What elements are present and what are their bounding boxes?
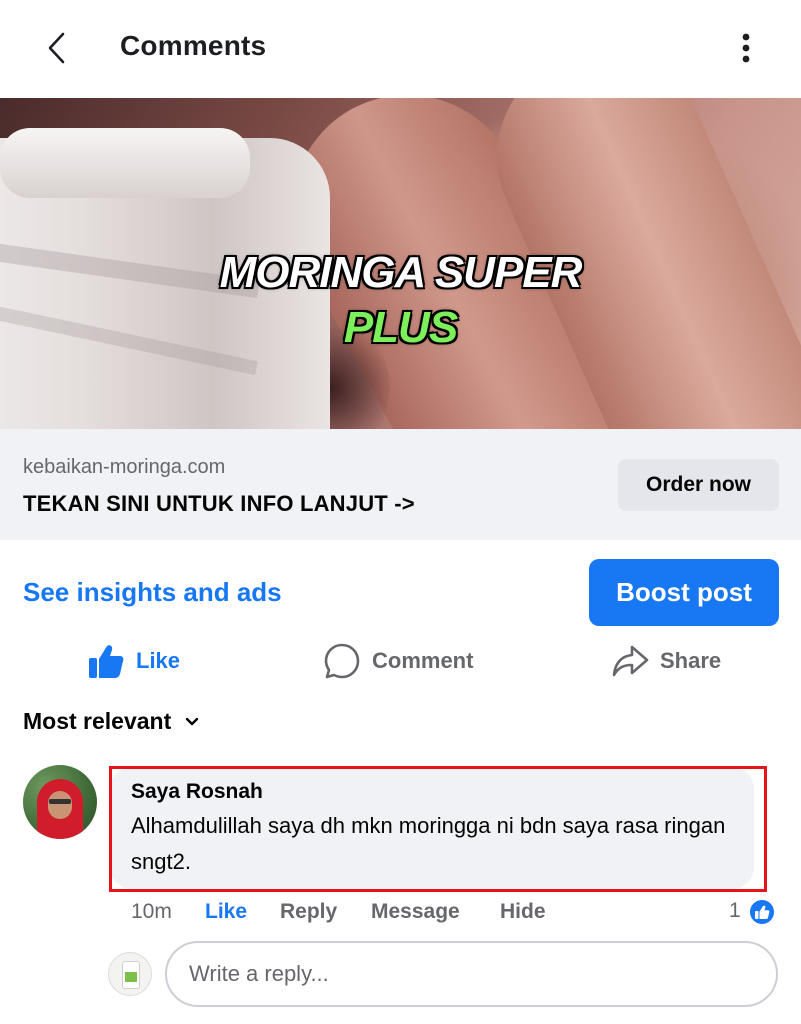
like-action-button[interactable]: Like [86,638,180,684]
share-action-button[interactable]: Share [610,638,721,684]
page-title: Comments [120,30,267,61]
link-domain: kebaikan-moringa.com [23,456,226,478]
like-action-label: Like [136,648,181,673]
share-arrow-icon [610,641,650,681]
link-preview[interactable]: kebaikan-moringa.com TEKAN SINI UNTUK IN… [0,429,801,540]
like-reaction-icon[interactable] [748,898,776,926]
post-media-image[interactable]: MORINGA SUPER PLUS [0,98,801,429]
sort-label: Most relevant [23,708,172,734]
see-insights-link[interactable]: See insights and ads [23,577,282,608]
comment-action-label: Comment [372,648,474,673]
media-overlay-subtitle: PLUS [343,303,458,352]
reply-input[interactable] [165,941,778,1007]
order-now-button[interactable]: Order now [618,459,779,511]
chevron-down-icon [185,715,199,729]
link-headline: TEKAN SINI UNTUK INFO LANJUT -> [23,491,415,516]
commenter-avatar[interactable] [23,765,97,839]
page-avatar [108,952,152,996]
comment-action-button[interactable]: Comment [322,638,473,684]
comment-reply-button[interactable]: Reply [280,900,337,924]
thumbs-up-icon [86,641,126,681]
product-bottle-icon [122,961,140,989]
back-button[interactable] [36,28,76,68]
avatar-face [48,791,72,819]
comment-sort-dropdown[interactable]: Most relevant [23,708,199,735]
comment-bubble-icon [322,641,362,681]
media-overlay-title: MORINGA SUPER [219,248,583,297]
reaction-count[interactable]: 1 [729,899,741,923]
top-bar: Comments [0,0,801,98]
more-vertical-icon [742,33,750,63]
comment-message-button[interactable]: Message [371,900,460,924]
share-action-label: Share [660,648,722,673]
comment-hide-button[interactable]: Hide [500,900,546,924]
comment-like-button[interactable]: Like [205,900,247,924]
boost-post-button[interactable]: Boost post [589,559,779,626]
more-options-button[interactable] [726,28,766,68]
comment-highlight-box [109,766,767,892]
avatar-glasses [49,799,71,804]
chevron-left-icon [48,32,65,64]
comment-timestamp: 10m [131,900,172,923]
